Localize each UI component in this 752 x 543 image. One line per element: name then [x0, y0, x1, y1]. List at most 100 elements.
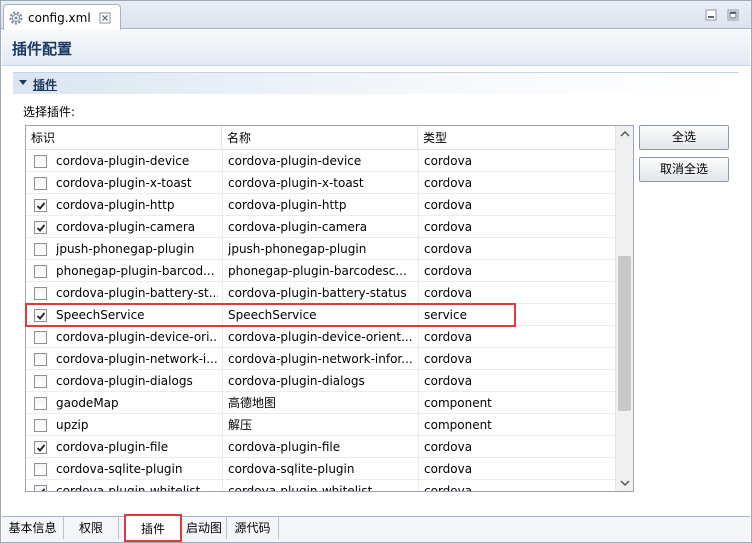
row-checkbox[interactable]	[34, 463, 47, 476]
row-checkbox[interactable]	[34, 375, 47, 388]
row-checkbox[interactable]	[34, 485, 47, 491]
column-divider	[222, 304, 223, 325]
column-divider	[418, 172, 419, 193]
column-divider	[418, 480, 419, 491]
row-checkbox[interactable]	[34, 309, 47, 322]
table-row[interactable]: cordova-plugin-camera cordova-plugin-came…	[26, 216, 615, 238]
row-id: cordova-plugin-network-i...	[56, 352, 218, 366]
table-row[interactable]: cordova-plugin-file cordova-plugin-file co…	[26, 436, 615, 458]
row-checkbox[interactable]	[34, 441, 47, 454]
checkmark-icon	[36, 312, 46, 320]
table-row[interactable]: SpeechService SpeechService service	[26, 304, 615, 326]
row-id: cordova-plugin-dialogs	[56, 374, 193, 388]
row-name: 解压	[228, 418, 253, 432]
table-row[interactable]: phonegap-plugin-barcod... phonegap-plugin…	[26, 260, 615, 282]
row-checkbox[interactable]	[34, 243, 47, 256]
row-name: 高德地图	[228, 396, 277, 410]
triangle-down-icon[interactable]	[19, 80, 27, 85]
column-divider	[222, 480, 223, 491]
row-checkbox[interactable]	[34, 397, 47, 410]
table-row[interactable]: upzip 解压 component	[26, 414, 615, 436]
page-tabs: 基本信息 权限 插件 启动图 源代码	[2, 514, 750, 542]
section-title[interactable]: 插件	[33, 76, 57, 93]
form-header: 插件配置	[2, 30, 750, 66]
deselect-all-button[interactable]: 取消全选	[639, 157, 729, 182]
column-divider	[222, 238, 223, 259]
column-header-id[interactable]: 标识	[26, 126, 222, 150]
table-row[interactable]: cordova-plugin-battery-st... cordova-plug…	[26, 282, 615, 304]
row-id: cordova-plugin-http	[56, 198, 175, 212]
row-name: cordova-plugin-whitelist	[228, 484, 373, 492]
table-row[interactable]: cordova-plugin-network-i... cordova-plugi…	[26, 348, 615, 370]
column-divider	[222, 194, 223, 215]
column-divider	[418, 326, 419, 347]
editor-window: config.xml 插件配置 插件 选择插件: 标识 名称 类型 cordov…	[0, 0, 752, 543]
row-checkbox[interactable]	[34, 287, 47, 300]
column-divider	[418, 458, 419, 479]
scrollbar-thumb[interactable]	[618, 256, 631, 411]
column-divider	[222, 260, 223, 281]
tab-source[interactable]: 源代码	[227, 517, 279, 539]
row-id: cordova-plugin-camera	[56, 220, 196, 234]
select-all-button[interactable]: 全选	[639, 125, 729, 150]
row-name: cordova-plugin-camera	[228, 220, 368, 234]
row-type: cordova	[424, 484, 473, 492]
tab-basic-info[interactable]: 基本信息	[2, 517, 64, 539]
column-divider	[222, 282, 223, 303]
column-header-type[interactable]: 类型	[418, 126, 615, 150]
table-header: 标识 名称 类型	[26, 126, 615, 150]
select-plugins-label: 选择插件:	[23, 105, 76, 119]
row-checkbox[interactable]	[34, 265, 47, 278]
editor-tab-config[interactable]: config.xml	[3, 4, 121, 30]
scroll-down-icon[interactable]	[616, 474, 634, 491]
table-row[interactable]: cordova-plugin-device cordova-plugin-devi…	[26, 150, 615, 172]
tab-permissions[interactable]: 权限	[64, 517, 119, 539]
row-id: cordova-plugin-x-toast	[56, 176, 192, 190]
row-type: cordova	[424, 242, 473, 256]
row-checkbox[interactable]	[34, 177, 47, 190]
table-row[interactable]: gaodeMap 高德地图 component	[26, 392, 615, 414]
table-row[interactable]: jpush-phonegap-plugin jpush-phonegap-plug…	[26, 238, 615, 260]
row-name: cordova-plugin-http	[228, 198, 347, 212]
maximize-icon[interactable]	[727, 9, 739, 21]
row-name: cordova-plugin-file	[228, 440, 341, 454]
scroll-up-icon[interactable]	[616, 126, 634, 143]
row-id: cordova-plugin-device-ori...	[56, 330, 218, 344]
row-id: cordova-plugin-file	[56, 440, 169, 454]
column-divider	[222, 216, 223, 237]
tab-splash[interactable]: 启动图	[182, 517, 227, 539]
close-icon[interactable]	[99, 12, 111, 24]
row-checkbox[interactable]	[34, 353, 47, 366]
row-checkbox[interactable]	[34, 419, 47, 432]
tab-plugins[interactable]: 插件	[124, 514, 182, 542]
section-header[interactable]: 插件	[13, 72, 739, 94]
table-row[interactable]: cordova-plugin-device-ori... cordova-plug…	[26, 326, 615, 348]
row-type: cordova	[424, 286, 473, 300]
table-row[interactable]: cordova-plugin-whitelist cordova-plugin-w…	[26, 480, 615, 492]
minimize-icon[interactable]	[705, 9, 717, 21]
table-row[interactable]: cordova-plugin-dialogs cordova-plugin-dia…	[26, 370, 615, 392]
column-header-name[interactable]: 名称	[222, 126, 418, 150]
row-checkbox[interactable]	[34, 199, 47, 212]
table-row[interactable]: cordova-plugin-http cordova-plugin-http co…	[26, 194, 615, 216]
column-divider	[222, 150, 223, 171]
row-name: cordova-sqlite-plugin	[228, 462, 355, 476]
editor-tab-label: config.xml	[28, 10, 91, 25]
page-title: 插件配置	[12, 40, 73, 58]
row-type: cordova	[424, 176, 473, 190]
table-row[interactable]: cordova-sqlite-plugin cordova-sqlite-plug…	[26, 458, 615, 480]
checkmark-icon	[36, 202, 46, 210]
vertical-scrollbar[interactable]	[615, 126, 633, 491]
row-checkbox[interactable]	[34, 221, 47, 234]
checkmark-icon	[36, 224, 46, 232]
column-divider	[418, 150, 419, 171]
row-name: cordova-plugin-x-toast	[228, 176, 364, 190]
row-checkbox[interactable]	[34, 155, 47, 168]
row-id: jpush-phonegap-plugin	[56, 242, 195, 256]
column-divider	[222, 172, 223, 193]
row-name: jpush-phonegap-plugin	[228, 242, 367, 256]
row-checkbox[interactable]	[34, 331, 47, 344]
table-row[interactable]: cordova-plugin-x-toast cordova-plugin-x-t…	[26, 172, 615, 194]
row-type: cordova	[424, 154, 473, 168]
row-type: cordova	[424, 198, 473, 212]
